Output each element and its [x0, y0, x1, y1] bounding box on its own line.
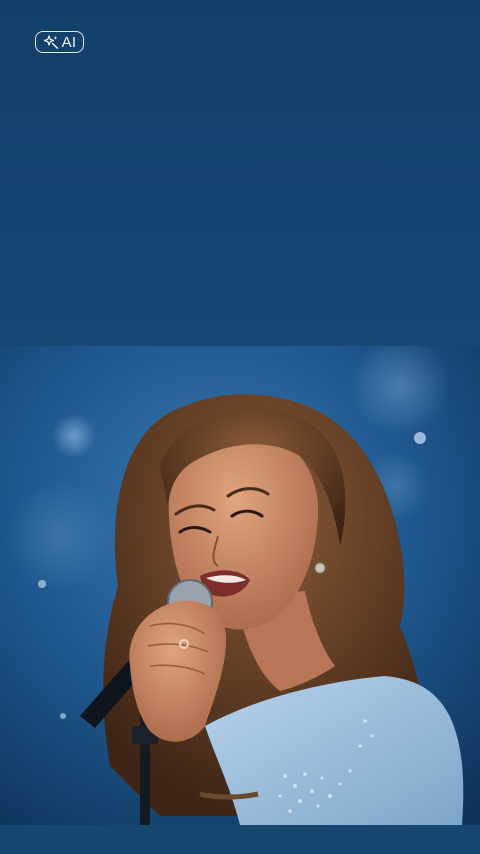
- bokeh-light: [60, 713, 66, 719]
- singer-illustration: [0, 346, 480, 825]
- ai-generated-badge[interactable]: AI: [35, 31, 84, 53]
- top-background: AI: [0, 0, 480, 346]
- bokeh-light: [52, 414, 96, 458]
- bottom-background: [0, 825, 480, 854]
- sparkle-wand-icon: [43, 35, 58, 49]
- ai-badge-label: AI: [61, 33, 77, 51]
- singer-photo: [0, 346, 480, 825]
- bokeh-light: [414, 432, 426, 444]
- earring: [314, 562, 326, 574]
- bokeh-light: [5, 481, 115, 591]
